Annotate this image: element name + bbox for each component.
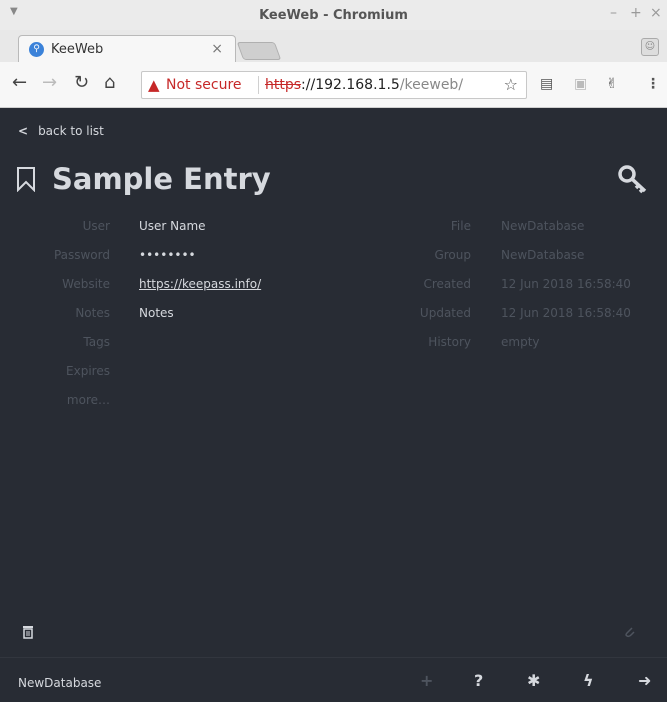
help-icon[interactable]: ? (474, 671, 483, 690)
more-fields-link[interactable]: more… (0, 393, 110, 407)
field-updated-label: Updated (419, 306, 471, 320)
tab-label: KeeWeb (51, 42, 104, 57)
maximize-button[interactable]: + (630, 5, 642, 21)
window-title: KeeWeb - Chromium (259, 8, 408, 23)
bookmark-star-icon[interactable]: ☆ (504, 75, 518, 94)
field-user-label: User (82, 219, 110, 233)
settings-gear-icon[interactable]: ✱ (527, 671, 540, 690)
reload-icon[interactable]: ↻ (74, 72, 89, 94)
field-notes-label: Notes (75, 306, 110, 320)
forward-arrow-icon[interactable]: → (42, 72, 57, 94)
extension-cast-icon[interactable]: ▤ (540, 76, 553, 92)
field-history-label: History (428, 335, 471, 349)
field-group-label: Group (434, 248, 471, 262)
field-file-value: NewDatabase (501, 219, 585, 233)
back-to-list-label: back to list (38, 124, 104, 138)
tab-strip: ⚲ KeeWeb × ☺ (0, 30, 667, 63)
keeweb-app: < back to list Sample Entry User User Nam… (0, 108, 667, 702)
attachment-icon[interactable] (623, 624, 635, 638)
trash-icon[interactable] (22, 625, 34, 639)
back-to-list-link[interactable]: < back to list (18, 124, 104, 138)
field-created-value: 12 Jun 2018 16:58:40 (501, 277, 631, 291)
field-website-label: Website (62, 277, 110, 291)
field-updated-value: 12 Jun 2018 16:58:40 (501, 306, 631, 320)
logout-icon[interactable]: ➜ (638, 671, 651, 690)
address-separator (258, 76, 259, 94)
minimize-button[interactable]: – (610, 5, 617, 21)
field-notes-value[interactable]: Notes (139, 306, 174, 320)
browser-toolbar: ← → ↻ ⌂ ▲ Not secure https://192.168.1.5… (0, 62, 667, 108)
database-name[interactable]: NewDatabase (18, 676, 101, 690)
tab-close-button[interactable]: × (211, 41, 223, 57)
key-icon[interactable] (617, 164, 649, 194)
field-user-value[interactable]: User Name (139, 219, 206, 233)
extension-paw-icon[interactable]: ✌ (606, 76, 618, 92)
profile-icon[interactable]: ☺ (641, 38, 659, 56)
warning-icon[interactable]: ▲ (148, 76, 160, 94)
field-password-label: Password (53, 248, 110, 262)
lock-bolt-icon[interactable]: ϟ (583, 671, 594, 690)
app-footer: NewDatabase + ? ✱ ϟ ➜ (0, 657, 667, 702)
entry-title[interactable]: Sample Entry (52, 162, 271, 196)
field-expires-label[interactable]: Expires (0, 364, 110, 378)
tab-keeweb[interactable]: ⚲ KeeWeb × (18, 35, 236, 63)
browser-menu-icon[interactable]: ⋮ (646, 76, 660, 92)
extension-g-icon[interactable]: ▣ (574, 76, 587, 92)
keeweb-favicon-icon: ⚲ (29, 42, 44, 57)
security-label[interactable]: Not secure (166, 77, 242, 93)
bookmark-icon[interactable] (16, 166, 36, 192)
window-titlebar: ▼ KeeWeb - Chromium – + × (0, 0, 667, 30)
field-tags-label[interactable]: Tags (0, 335, 110, 349)
back-arrow-icon[interactable]: ← (12, 72, 27, 94)
url-path: /keeweb/ (399, 77, 464, 93)
url-host: ://192.168.1.5 (301, 77, 400, 93)
field-group-value[interactable]: NewDatabase (501, 248, 584, 262)
url-text[interactable]: https://192.168.1.5/keeweb/ (265, 77, 463, 93)
field-file-label: File (450, 219, 471, 233)
new-tab-button[interactable] (236, 42, 282, 60)
chevron-left-icon: < (18, 124, 29, 138)
field-history-value[interactable]: empty (501, 335, 540, 349)
home-icon[interactable]: ⌂ (104, 72, 115, 94)
field-website-value[interactable]: https://keepass.info/ (139, 277, 261, 291)
address-bar[interactable]: ▲ Not secure https://192.168.1.5/keeweb/… (141, 71, 527, 99)
field-password-value[interactable]: •••••••• (139, 248, 196, 262)
field-created-label: Created (423, 277, 472, 291)
close-window-button[interactable]: × (650, 5, 662, 21)
url-scheme: https (265, 77, 302, 93)
plus-icon[interactable]: + (420, 671, 433, 690)
